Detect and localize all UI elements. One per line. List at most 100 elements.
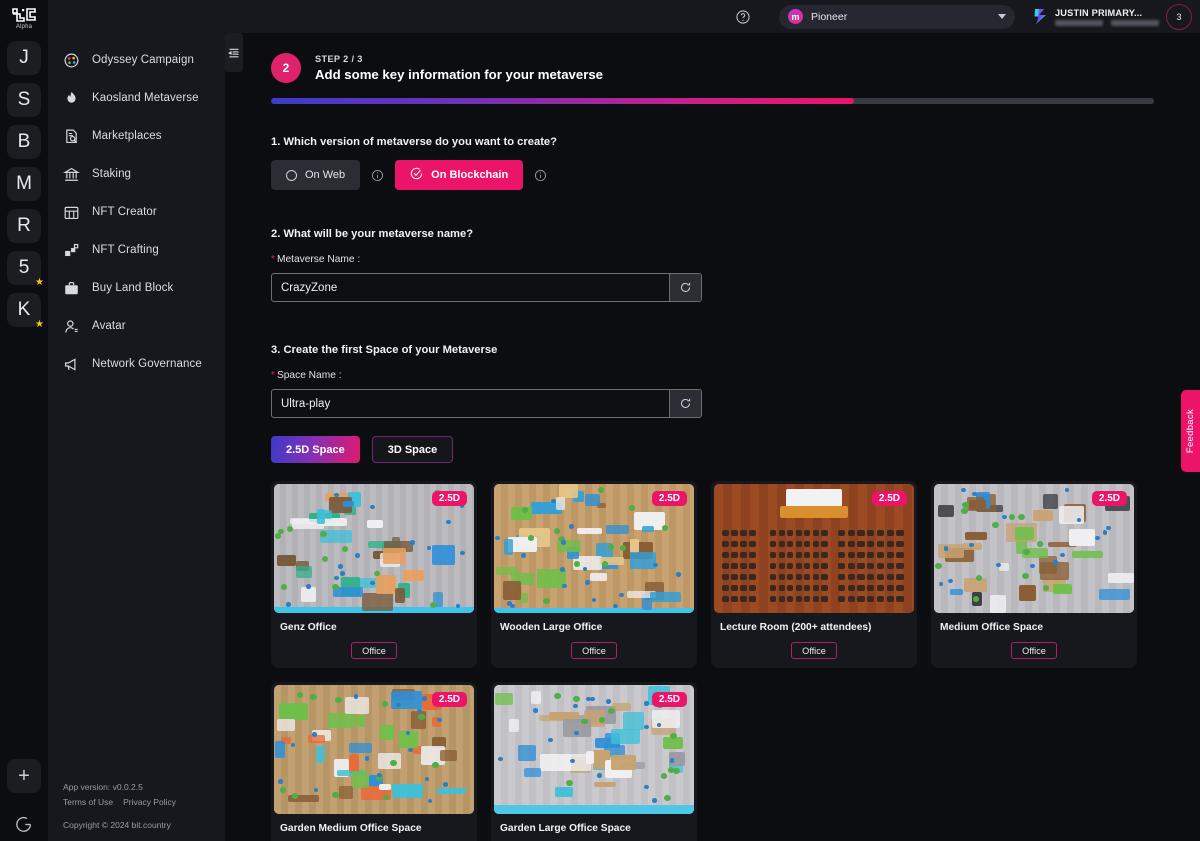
sidebar-item-nft-creator[interactable]: NFT Creator [48, 193, 225, 231]
template-name: Garden Medium Office Space [280, 823, 422, 834]
template-tag-wrap: Office [711, 642, 917, 659]
dimension-badge: 2.5D [1091, 491, 1127, 506]
template-card[interactable]: 2.5D Wooden Large Office Office [491, 481, 697, 668]
sidebar-nav: Odyssey Campaign Kaosland Metaverse Market… [48, 33, 225, 383]
sidebar-item-buy-land-block[interactable]: Buy Land Block [48, 269, 225, 307]
sidebar-footer: App version: v0.0.2.5 Terms of Use Priva… [63, 780, 176, 833]
tab-3d-space[interactable]: 3D Space [371, 436, 454, 463]
rail-item-b[interactable]: B [7, 125, 41, 159]
sidebar-item-staking[interactable]: Staking [48, 155, 225, 193]
logo-alpha-label: Alpha [15, 23, 33, 30]
question-2-title: 2. What will be your metaverse name? [271, 228, 474, 240]
sidebar-item-label: Staking [92, 168, 132, 180]
space-name-input[interactable] [272, 390, 669, 417]
dimension-badge: 2.5D [431, 692, 467, 707]
metaverse-name-label: * Metaverse Name : [271, 254, 1154, 265]
space-name-field-wrap [271, 389, 702, 418]
rail-item-r[interactable]: R [7, 209, 41, 243]
template-name: Genz Office [280, 622, 337, 633]
check-circle-icon [410, 167, 423, 183]
question-1-section: 1. Which version of metaverse do you wan… [271, 136, 1154, 190]
option-on-web-button[interactable]: On Web [271, 160, 361, 190]
collapse-sidebar-button[interactable] [225, 33, 243, 72]
logout-icon[interactable] [7, 809, 41, 839]
template-card[interactable]: 2.5D Genz Office Office [271, 481, 477, 668]
template-category-tag: Office [791, 642, 837, 659]
question-circle-icon[interactable] [735, 9, 751, 25]
dimension-badge: 2.5D [871, 491, 907, 506]
sidebar-item-avatar[interactable]: Avatar [48, 307, 225, 345]
sidebar: Odyssey Campaign Kaosland Metaverse Market… [48, 0, 256, 841]
page-title: Add some key information for your metave… [315, 67, 604, 82]
user-zone[interactable]: JUSTIN PRIMARY... 3 [1033, 3, 1192, 30]
briefcase-icon [63, 280, 80, 297]
sidebar-item-odyssey-campaign[interactable]: Odyssey Campaign [48, 41, 225, 79]
wallet-logo-icon [1033, 8, 1048, 25]
rail-item-label: M [16, 173, 32, 194]
template-name: Wooden Large Office [500, 622, 603, 633]
terms-of-use-link[interactable]: Terms of Use [63, 795, 113, 810]
feedback-label: Feedback [1185, 408, 1196, 454]
sidebar-item-nft-crafting[interactable]: NFT Crafting [48, 231, 225, 269]
rail-item-label: B [17, 131, 31, 152]
sidebar-item-label: Buy Land Block [92, 282, 174, 294]
metaverse-name-field-wrap [271, 273, 702, 302]
sidebar-item-label: Marketplaces [92, 130, 162, 142]
metaverse-name-refresh-button[interactable] [669, 274, 701, 301]
template-card[interactable]: 2.5DGarden Large Office SpaceOffice [491, 682, 697, 841]
template-name: Garden Large Office Space [500, 823, 631, 834]
bitcountry-logo-icon [11, 7, 37, 23]
brand-logo[interactable]: Alpha [0, 0, 48, 33]
palette-icon [63, 52, 80, 69]
info-circle-icon[interactable] [371, 169, 384, 182]
feedback-tab[interactable]: Feedback [1181, 390, 1200, 472]
storefront-icon [63, 204, 80, 221]
sidebar-item-label: Avatar [92, 320, 126, 332]
rail-item-k[interactable]: K ★ [7, 293, 44, 330]
space-name-label: * Space Name : [271, 370, 1154, 381]
metaverse-name-input[interactable] [272, 274, 669, 301]
user-badge-count[interactable]: 3 [1166, 3, 1192, 30]
sidebar-item-label: Odyssey Campaign [92, 54, 194, 66]
copyright-label: Copyright © 2024 bit.country [63, 820, 171, 831]
user-name-label: JUSTIN PRIMARY... [1055, 7, 1143, 18]
template-thumbnail: 2.5D [274, 685, 474, 814]
question-3-section: 3. Create the first Space of your Metave… [271, 344, 1154, 463]
template-name: Medium Office Space [940, 622, 1044, 633]
info-circle-icon-2[interactable] [534, 169, 547, 182]
option-on-web-label: On Web [305, 169, 346, 181]
required-asterisk: * [271, 254, 275, 265]
privacy-policy-link[interactable]: Privacy Policy [123, 795, 176, 810]
chevron-down-icon [998, 14, 1006, 19]
rail-item-list: J S B M R 5 ★ K ★ [7, 41, 44, 330]
template-category-tag: Office [351, 642, 397, 659]
sidebar-item-network-governance[interactable]: Network Governance [48, 345, 225, 383]
rail-item-s[interactable]: S [7, 83, 41, 117]
topbar: m Pioneer JUSTIN PRIMARY... 3 [48, 0, 1200, 33]
tab-25d-space[interactable]: 2.5D Space [271, 436, 360, 463]
template-thumbnail: 2.5D [714, 484, 914, 613]
option-on-blockchain-button[interactable]: On Blockchain [395, 160, 524, 190]
network-avatar-icon: m [788, 9, 803, 24]
version-option-row: On Web On Blockchain [271, 160, 1154, 190]
add-workspace-button[interactable]: + [7, 759, 41, 793]
sidebar-item-label: NFT Creator [92, 206, 157, 218]
template-card[interactable]: 2.5DGarden Medium Office SpaceOffice [271, 682, 477, 841]
network-selector[interactable]: m Pioneer [779, 4, 1015, 29]
rail-item-j[interactable]: J [7, 41, 41, 75]
rail-item-5[interactable]: 5 ★ [7, 251, 44, 288]
template-thumbnail: 2.5D [494, 685, 694, 814]
template-card[interactable]: 2.5D Medium Office Space Office [931, 481, 1137, 668]
template-thumbnail: 2.5D [934, 484, 1134, 613]
rail-item-label: J [19, 47, 29, 68]
rail-item-m[interactable]: M [7, 167, 41, 201]
rail-item-label: R [17, 215, 31, 236]
space-name-refresh-button[interactable] [669, 390, 701, 417]
space-mode-tabs: 2.5D Space 3D Space [271, 436, 1154, 463]
sidebar-item-marketplaces[interactable]: Marketplaces [48, 117, 225, 155]
sidebar-item-kaosland-metaverse[interactable]: Kaosland Metaverse [48, 79, 225, 117]
template-thumbnail: 2.5D [494, 484, 694, 613]
template-card[interactable]: 2.5D Lecture Room (200+ attendees) Office [711, 481, 917, 668]
user-subtext-redacted [1055, 19, 1159, 26]
app-root: Alpha J S B M R 5 ★ K ★ + Odyssey Campaign Kaosla… [0, 0, 1200, 841]
